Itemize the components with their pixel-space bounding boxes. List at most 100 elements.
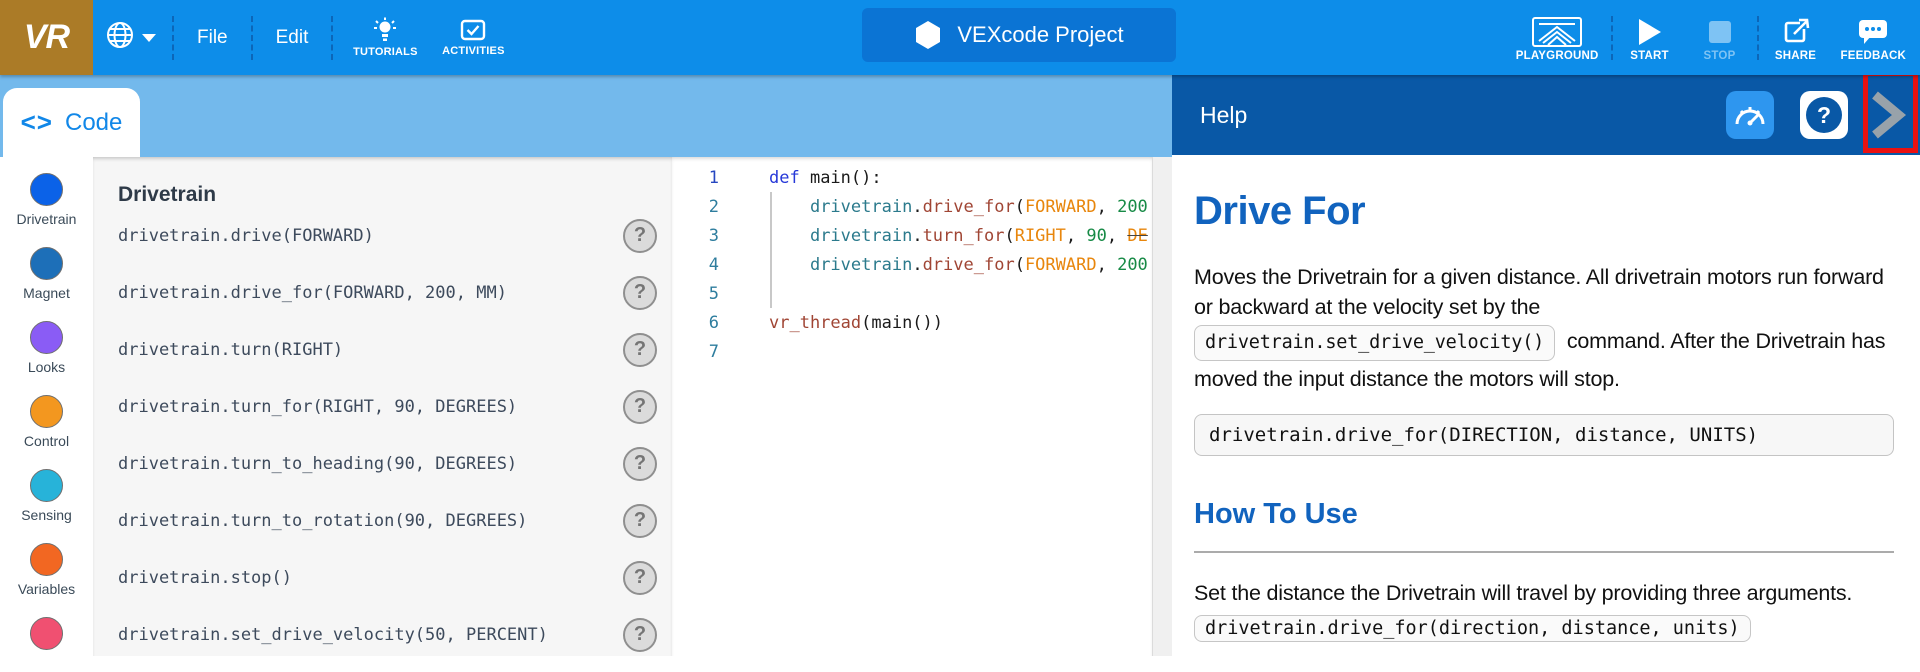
help-content: Drive For Moves the Drivetrain for a giv… [1172, 155, 1920, 645]
command-row[interactable]: drivetrain.turn_for(RIGHT, 90, DEGREES)? [118, 378, 657, 435]
sidebar-item-control[interactable]: Control [24, 395, 69, 450]
command-help-button[interactable]: ? [623, 447, 657, 481]
toolbar-activities[interactable]: ACTIVITIES [429, 18, 517, 57]
category-label: Control [24, 433, 69, 450]
line-number: 5 [672, 284, 719, 304]
category-label: Variables [18, 581, 75, 598]
command-help-button[interactable]: ? [623, 276, 657, 310]
playground-button[interactable]: PLAYGROUND [1506, 14, 1609, 62]
command-snippet[interactable]: drivetrain.turn_to_heading(90, DEGREES) [118, 454, 517, 474]
command-row[interactable]: drivetrain.turn(RIGHT)? [118, 321, 657, 378]
palette-header: Drivetrain [118, 183, 657, 207]
vr-logo: VR [0, 0, 93, 75]
line-code: vr_thread(main()) [719, 313, 943, 333]
category-color-dot[interactable] [30, 469, 63, 502]
category-color-dot[interactable] [30, 321, 63, 354]
command-snippet[interactable]: drivetrain.turn(RIGHT) [118, 340, 343, 360]
help-description: Moves the Drivetrain for a given distanc… [1194, 262, 1894, 394]
sidebar-item-drivetrain[interactable]: Drivetrain [17, 173, 77, 228]
command-row[interactable]: drivetrain.drive(FORWARD)? [118, 207, 657, 264]
category-label: Looks [28, 359, 65, 376]
line-code: def main(): [719, 168, 882, 188]
feedback-icon [1857, 14, 1889, 50]
command-row[interactable]: drivetrain.stop()? [118, 549, 657, 606]
command-snippet[interactable]: drivetrain.stop() [118, 568, 292, 588]
line-code: drivetrain.drive_for(FORWARD, 200 [719, 255, 1148, 275]
command-help-button[interactable]: ? [623, 333, 657, 367]
help-description-text: Moves the Drivetrain for a given distanc… [1194, 265, 1884, 319]
command-help-button[interactable]: ? [623, 219, 657, 253]
hexagon-icon [914, 20, 942, 50]
divider [172, 16, 174, 60]
editor-line: 5 [672, 279, 1152, 308]
help-button[interactable]: ? [1800, 91, 1848, 139]
code-editor[interactable]: 1def main(): 2 drivetrain.drive_for(FORWA… [672, 157, 1152, 656]
project-title-box[interactable]: VEXcode Project [862, 8, 1176, 62]
tab-code[interactable]: <> Code [3, 88, 140, 157]
category-color-dot[interactable] [30, 617, 63, 650]
chevron-down-icon [142, 34, 156, 42]
command-list: drivetrain.drive(FORWARD)?drivetrain.dri… [118, 207, 657, 663]
command-help-button[interactable]: ? [623, 390, 657, 424]
toolbar-tutorials[interactable]: TUTORIALS [341, 17, 429, 58]
command-snippet[interactable]: drivetrain.turn_for(RIGHT, 90, DEGREES) [118, 397, 517, 417]
start-button[interactable]: START [1615, 14, 1685, 62]
share-icon [1780, 14, 1812, 50]
language-menu[interactable] [105, 20, 156, 55]
tab-strip: <> Code [0, 75, 1172, 157]
divider [1611, 16, 1613, 60]
command-snippet[interactable]: drivetrain.turn_to_rotation(90, DEGREES) [118, 511, 527, 531]
question-icon: ? [1806, 97, 1842, 133]
line-number: 4 [672, 255, 719, 275]
command-row[interactable]: drivetrain.set_drive_velocity(50, PERCEN… [118, 606, 657, 663]
command-help-button[interactable]: ? [623, 618, 657, 652]
sidebar-item-variables[interactable]: Variables [18, 543, 75, 598]
category-color-dot[interactable] [30, 543, 63, 576]
share-button[interactable]: SHARE [1761, 14, 1831, 62]
category-color-dot[interactable] [30, 395, 63, 428]
menu-edit[interactable]: Edit [255, 27, 330, 49]
editor-scrollbar[interactable] [1152, 157, 1172, 656]
editor-line: 2 drivetrain.drive_for(FORWARD, 200 [672, 192, 1152, 221]
command-snippet[interactable]: drivetrain.set_drive_velocity(50, PERCEN… [118, 625, 548, 645]
command-row[interactable]: drivetrain.drive_for(FORWARD, 200, MM)? [118, 264, 657, 321]
menu-file[interactable]: File [176, 27, 249, 49]
feedback-label: FEEDBACK [1841, 50, 1907, 62]
inline-code-set-drive-velocity: drivetrain.set_drive_velocity() [1194, 325, 1555, 361]
how-to-use-heading: How To Use [1194, 498, 1894, 531]
toolbar-actions: PLAYGROUNDSTARTSTOPSHAREFEEDBACK [1506, 0, 1916, 75]
command-help-button[interactable]: ? [623, 561, 657, 595]
editor-line: 4 drivetrain.drive_for(FORWARD, 200 [672, 250, 1152, 279]
sidebar-item-category[interactable] [30, 617, 63, 672]
help-panel: Help ? [1172, 75, 1920, 656]
line-number: 1 [672, 168, 719, 188]
start-label: START [1630, 50, 1668, 62]
dashboard-button[interactable] [1726, 91, 1774, 139]
inline-code-drive-for: drivetrain.drive_for(direction, distance… [1194, 615, 1751, 642]
command-row[interactable]: drivetrain.turn_to_heading(90, DEGREES)? [118, 435, 657, 492]
sidebar-item-looks[interactable]: Looks [28, 321, 65, 376]
feedback-button[interactable]: FEEDBACK [1831, 14, 1917, 62]
command-snippet[interactable]: drivetrain.drive(FORWARD) [118, 226, 374, 246]
sidebar-item-sensing[interactable]: Sensing [21, 469, 72, 524]
editor-line: 6vr_thread(main()) [672, 308, 1152, 337]
editor-line: 7 [672, 337, 1152, 366]
help-panel-title: Help [1200, 102, 1247, 129]
globe-icon [105, 20, 135, 55]
category-color-dot[interactable] [30, 173, 63, 206]
stop-icon [1709, 14, 1731, 50]
collapse-panel-button[interactable] [1864, 87, 1910, 143]
line-number: 7 [672, 342, 719, 362]
code-block-signature: drivetrain.drive_for(DIRECTION, distance… [1194, 414, 1894, 456]
command-row[interactable]: drivetrain.turn_to_rotation(90, DEGREES)… [118, 492, 657, 549]
code-icon: <> [21, 107, 53, 138]
command-help-button[interactable]: ? [623, 504, 657, 538]
command-palette: Drivetrain drivetrain.drive(FORWARD)?dri… [93, 157, 672, 656]
line-code: drivetrain.turn_for(RIGHT, 90, DE [719, 226, 1148, 246]
line-number: 3 [672, 226, 719, 246]
command-snippet[interactable]: drivetrain.drive_for(FORWARD, 200, MM) [118, 283, 507, 303]
share-label: SHARE [1775, 50, 1816, 62]
category-color-dot[interactable] [30, 247, 63, 280]
toolbar-activities-label: ACTIVITIES [442, 45, 505, 57]
sidebar-item-magnet[interactable]: Magnet [23, 247, 70, 302]
